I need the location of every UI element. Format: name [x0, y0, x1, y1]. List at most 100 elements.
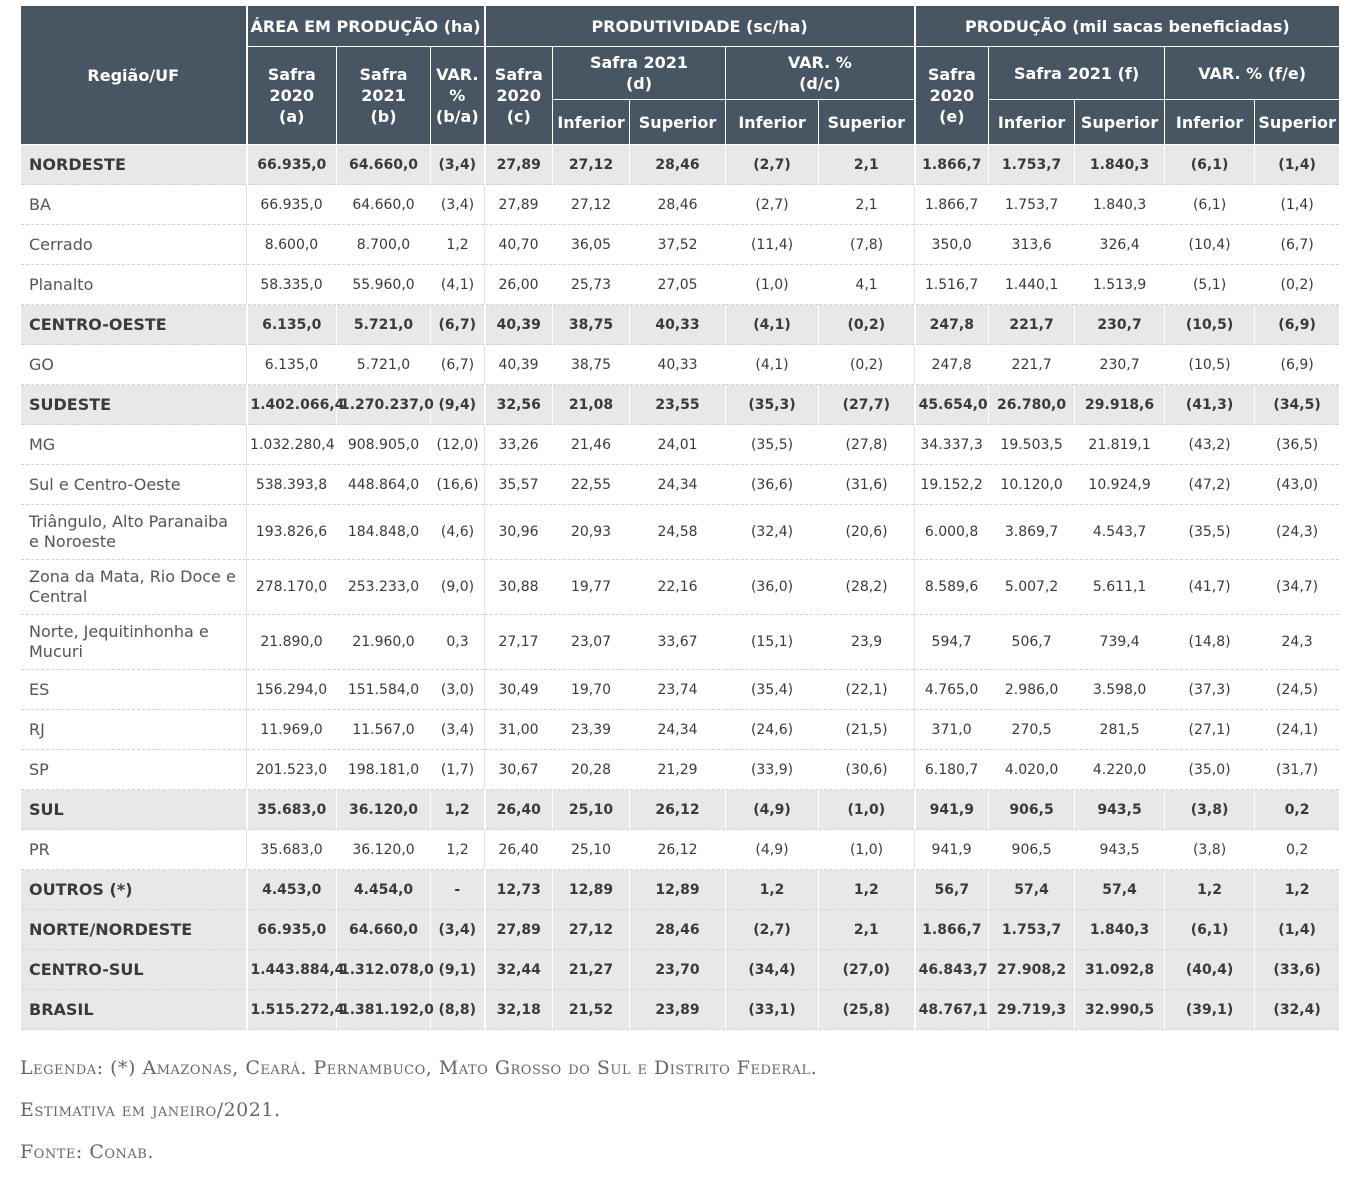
value-cell: (41,3)	[1164, 384, 1256, 425]
value-cell: 1.032.280,4	[246, 424, 337, 465]
region-cell: Triângulo, Alto Paranaiba e Noroeste	[20, 504, 247, 560]
value-cell: 22,16	[629, 559, 727, 615]
value-cell: 12,89	[629, 869, 727, 910]
value-cell: 64.660,0	[336, 144, 431, 185]
value-cell: (24,6)	[725, 709, 820, 750]
region-cell: CENTRO-SUL	[20, 949, 248, 990]
crop-table: Região/UF ÁREA EM PRODUÇÃO (ha) PRODUTIV…	[20, 5, 1341, 1030]
region-cell: BA	[20, 184, 247, 225]
value-cell: 1,2	[1254, 869, 1341, 910]
value-cell: 21.960,0	[336, 614, 431, 670]
value-cell: -	[429, 869, 486, 910]
value-cell: 4.454,0	[336, 869, 431, 910]
value-cell: 30,88	[484, 559, 554, 615]
value-cell: 66.935,0	[246, 144, 337, 185]
value-cell: (28,2)	[818, 559, 916, 615]
value-cell: 1.866,7	[914, 144, 990, 185]
value-cell: (3,4)	[429, 184, 486, 225]
value-cell: 27,12	[552, 909, 631, 950]
value-cell: (27,0)	[818, 949, 916, 990]
value-cell: 40,33	[629, 304, 727, 345]
value-cell: 4,1	[818, 264, 916, 305]
value-cell: 2,1	[818, 184, 916, 225]
region-cell: PR	[20, 829, 247, 870]
value-cell: 21,29	[629, 749, 727, 790]
value-cell: (3,4)	[429, 909, 486, 950]
value-cell: (15,1)	[725, 614, 820, 670]
value-cell: (4,1)	[725, 304, 820, 345]
table-body: NORDESTE 66.935,0 64.660,0 (3,4) 27,89 27,12 2…	[20, 144, 1341, 1030]
value-cell: 1.753,7	[988, 144, 1076, 185]
value-cell: 313,6	[988, 224, 1076, 265]
header-prod-var-inferior: Inferior	[725, 99, 820, 145]
table-row: Norte, Jequitinhonha e Mucuri 21.890,0 21.…	[20, 614, 1341, 670]
value-cell: 24,01	[629, 424, 727, 465]
value-cell: (34,5)	[1254, 384, 1341, 425]
value-cell: (1,4)	[1254, 184, 1341, 225]
table-row: CENTRO-SUL 1.443.884,4 1.312.078,0 (9,1) 32,…	[20, 949, 1341, 990]
value-cell: 35.683,0	[246, 789, 337, 830]
value-cell: 23,74	[629, 669, 727, 710]
value-cell: (3,8)	[1164, 789, 1256, 830]
value-cell: 943,5	[1074, 789, 1166, 830]
value-cell: (39,1)	[1164, 989, 1256, 1030]
value-cell: (6,7)	[1254, 224, 1341, 265]
value-cell: 448.864,0	[336, 464, 431, 505]
value-cell: (4,1)	[725, 344, 820, 385]
value-cell: 3.869,7	[988, 504, 1076, 560]
value-cell: 506,7	[988, 614, 1076, 670]
value-cell: (16,6)	[429, 464, 486, 505]
value-cell: 230,7	[1074, 304, 1166, 345]
value-cell: 247,8	[914, 304, 990, 345]
value-cell: 12,73	[484, 869, 554, 910]
value-cell: (43,0)	[1254, 464, 1341, 505]
value-cell: 35.683,0	[246, 829, 337, 870]
value-cell: 5.721,0	[336, 304, 431, 345]
value-cell: 19,70	[552, 669, 631, 710]
value-cell: 33,67	[629, 614, 727, 670]
value-cell: 230,7	[1074, 344, 1166, 385]
region-cell: SP	[20, 749, 247, 790]
value-cell: 45.654,0	[914, 384, 990, 425]
region-cell: Norte, Jequitinhonha e Mucuri	[20, 614, 247, 670]
value-cell: 10.120,0	[988, 464, 1076, 505]
value-cell: 23,55	[629, 384, 727, 425]
value-cell: (1,4)	[1254, 144, 1341, 185]
value-cell: (33,6)	[1254, 949, 1341, 990]
value-cell: 27,89	[484, 909, 554, 950]
value-cell: 32,56	[484, 384, 554, 425]
table-row: BA 66.935,0 64.660,0 (3,4) 27,89 27,12 28,46 (2…	[20, 184, 1341, 225]
value-cell: 26.780,0	[988, 384, 1076, 425]
table-row: RJ 11.969,0 11.567,0 (3,4) 31,00 23,39 24,34 (2…	[20, 709, 1341, 750]
value-cell: 40,39	[484, 304, 554, 345]
value-cell: (3,4)	[429, 709, 486, 750]
value-cell: (33,9)	[725, 749, 820, 790]
value-cell: 281,5	[1074, 709, 1166, 750]
value-cell: (30,6)	[818, 749, 916, 790]
value-cell: 26,40	[484, 789, 554, 830]
value-cell: 24,58	[629, 504, 727, 560]
value-cell: (10,5)	[1164, 344, 1256, 385]
value-cell: 30,96	[484, 504, 554, 560]
value-cell: (8,8)	[429, 989, 486, 1030]
header-area: ÁREA EM PRODUÇÃO (ha)	[245, 5, 486, 47]
value-cell: (24,3)	[1254, 504, 1341, 560]
value-cell: 66.935,0	[246, 184, 337, 225]
value-cell: 29.918,6	[1074, 384, 1166, 425]
region-cell: CENTRO-OESTE	[20, 304, 248, 345]
value-cell: 21,52	[552, 989, 631, 1030]
footnote-source: Fonte: Conab.	[20, 1141, 154, 1163]
value-cell: 1.443.884,4	[246, 949, 344, 990]
value-cell: 6.135,0	[246, 304, 337, 345]
value-cell: 32,18	[484, 989, 554, 1030]
region-cell: Cerrado	[20, 224, 247, 265]
value-cell: 37,52	[629, 224, 727, 265]
value-cell: (0,2)	[1254, 264, 1341, 305]
region-cell: BRASIL	[20, 989, 248, 1030]
value-cell: 28,46	[629, 144, 727, 185]
value-cell: 247,8	[914, 344, 990, 385]
value-cell: 1,2	[429, 829, 486, 870]
value-cell: 57,4	[988, 869, 1076, 910]
value-cell: 184.848,0	[336, 504, 431, 560]
header-producao-var-superior: Superior	[1254, 99, 1341, 145]
